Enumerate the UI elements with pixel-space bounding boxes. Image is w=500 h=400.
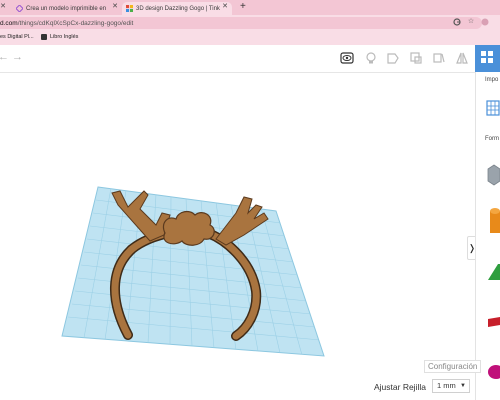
box-hole-shape-icon[interactable] <box>486 163 500 187</box>
torus-shape-icon[interactable] <box>486 363 500 381</box>
browser-tabstrip: ✕ Crea un modelo imprimible en ✕ 3D desi… <box>0 0 500 15</box>
basic-shapes-label[interactable]: Form <box>485 136 499 142</box>
group-shapes-icon[interactable] <box>386 51 400 65</box>
address-bar[interactable]: d.com/things/cdKqlXcSpCx-dazzling-gogo/e… <box>0 17 482 29</box>
url-path: /things/cdKqlXcSpCx-dazzling-gogo/edit <box>17 19 134 27</box>
new-tab-button[interactable]: + <box>240 1 246 12</box>
lightbulb-icon[interactable] <box>364 51 378 65</box>
tinkercad-grid-favicon <box>126 5 133 12</box>
settings-button[interactable]: Configuración <box>424 360 482 373</box>
bookmark-star-icon[interactable]: ☆ <box>467 18 475 26</box>
editor-toolbar: ← → <box>0 45 475 73</box>
profile-avatar-icon[interactable] <box>481 18 489 26</box>
visibility-eye-icon[interactable] <box>340 51 354 65</box>
workplane-grid-tab[interactable] <box>475 45 500 72</box>
3d-canvas[interactable]: Plano de trabajo ❭ <box>0 73 477 400</box>
align-icon[interactable] <box>409 51 423 65</box>
shapes-panel <box>475 72 500 400</box>
tab-close-icon[interactable]: ✕ <box>112 2 118 10</box>
bookmark-label: Libro Inglés <box>50 34 79 40</box>
text-shape-icon[interactable] <box>486 313 500 329</box>
cylinder-shape-icon[interactable] <box>486 207 500 235</box>
url-host: d.com <box>0 19 18 27</box>
tab-close-icon[interactable]: ✕ <box>222 2 228 10</box>
tab-crea-modelo[interactable]: Crea un modelo imprimible en ✕ <box>12 2 122 15</box>
mirror-icon[interactable] <box>455 51 469 65</box>
tab-title: 3D design Dazzling Gogo | Tink <box>136 5 220 12</box>
bookmarks-bar: es Digital Pl... Libro Inglés <box>0 31 500 45</box>
redo-arrow-icon[interactable]: → <box>12 51 23 63</box>
bookmark-favicon-icon <box>41 34 47 40</box>
snap-grid-select[interactable]: 1 mm ▼ <box>432 379 470 393</box>
google-icon[interactable] <box>453 18 461 26</box>
roof-shape-icon[interactable] <box>486 260 500 282</box>
tinkercad-tab-favicon <box>16 5 23 12</box>
workplane-scene: Plano de trabajo <box>61 186 325 362</box>
ungroup-icon[interactable] <box>432 51 446 65</box>
import-label[interactable]: Impo <box>485 77 498 83</box>
dropdown-caret-icon: ▼ <box>460 383 466 389</box>
grid-view-icon <box>481 51 493 63</box>
workplane-shape-icon[interactable] <box>486 100 500 116</box>
tab-close-icon[interactable]: ✕ <box>0 2 6 10</box>
address-bar-row: d.com/things/cdKqlXcSpCx-dazzling-gogo/e… <box>0 15 500 31</box>
bookmark-libro-ingles[interactable]: Libro Inglés <box>41 34 78 40</box>
undo-arrow-icon[interactable]: ← <box>0 51 9 63</box>
snap-grid-label: Ajustar Rejilla <box>374 382 426 392</box>
snap-grid-value: 1 mm <box>437 381 456 390</box>
bookmark-digital[interactable]: es Digital Pl... <box>0 34 34 40</box>
tab-partial-left[interactable]: ✕ <box>0 2 10 15</box>
bookmark-label: es Digital Pl... <box>0 34 34 40</box>
tab-dazzling-gogo[interactable]: 3D design Dazzling Gogo | Tink ✕ <box>122 2 232 15</box>
tab-title: Crea un modelo imprimible en <box>26 5 107 12</box>
